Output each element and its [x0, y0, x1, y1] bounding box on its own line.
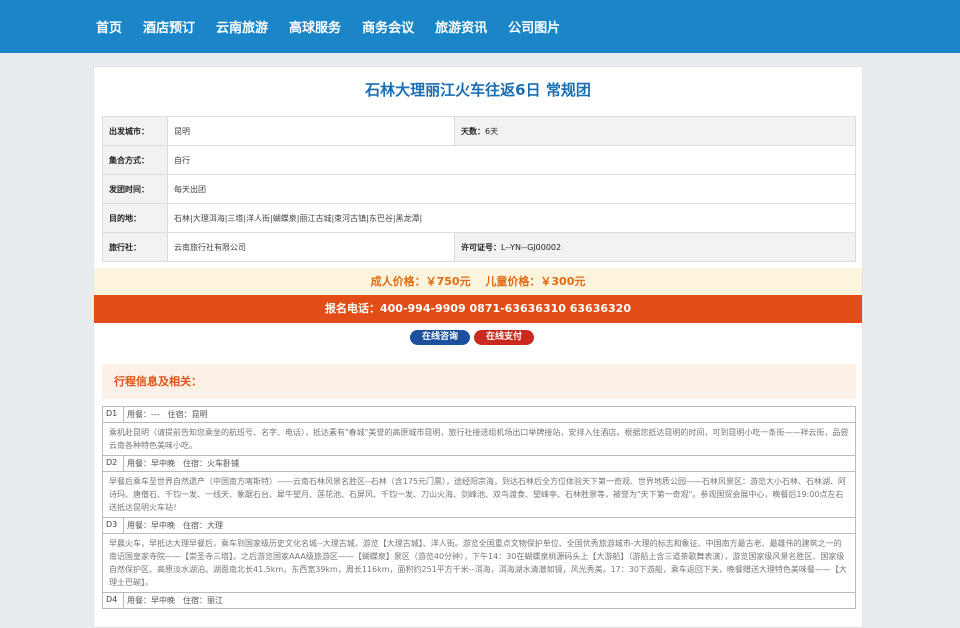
- nav-business-meeting[interactable]: 商务会议: [362, 17, 414, 36]
- itinerary-table: D1 用餐：--- 住宿：昆明 乘机赴昆明（请提前告知您乘坐的航班号、名字、电话…: [102, 406, 856, 609]
- phone-bar: 报名电话：400-994-9909 0871-63636310 63636320: [94, 295, 862, 323]
- days-label: 天数：: [461, 126, 485, 136]
- day-meal: 用餐：早中晚 住宿：大理: [123, 517, 856, 534]
- nav-yunnan-travel[interactable]: 云南旅游: [216, 17, 268, 36]
- day-description: 乘机赴昆明（请提前告知您乘坐的航班号、名字、电话），抵达素有"春城"美誉的高原城…: [102, 422, 856, 456]
- section-title: 行程信息及相关：: [102, 364, 856, 399]
- day-number: D3: [102, 517, 124, 534]
- table-row: D1 用餐：--- 住宿：昆明: [102, 406, 856, 423]
- depart-value: 昆明: [167, 116, 455, 146]
- tour-detail-panel: 石林大理丽江火车往返6日 常规团 出发城市： 昆明 天数：6天 集合方式： 自行…: [93, 66, 863, 628]
- action-buttons: 在线咨询 在线支付: [410, 330, 535, 345]
- dest-label: 目的地：: [102, 203, 168, 233]
- day-meal: 用餐：早中晚 住宿：火车卧铺: [123, 455, 856, 472]
- nav-home[interactable]: 首页: [96, 17, 122, 36]
- time-label: 发团时间：: [102, 174, 168, 204]
- agency-label: 旅行社：: [102, 232, 168, 262]
- tour-info-table: 出发城市： 昆明 天数：6天 集合方式： 自行 发团时间： 每天出团 目的地： …: [102, 116, 856, 262]
- time-value: 每天出团: [167, 174, 856, 204]
- license-cell: 许可证号：L--YN--GJ00002: [454, 232, 856, 262]
- day-meal: 用餐：早中晚 住宿：丽江: [123, 592, 856, 609]
- day-description: 早餐后乘车至世界自然遗产（中国南方喀斯特）——云南石林风景名胜区--石林（含17…: [102, 471, 856, 518]
- gather-label: 集合方式：: [102, 145, 168, 175]
- days-cell: 天数：6天: [454, 116, 856, 146]
- days-value: 6天: [485, 126, 499, 136]
- depart-label: 出发城市：: [102, 116, 168, 146]
- table-row: 早晨火车，早抵达大理早餐后，乘车到国家级历史文化名城--大理古城，游览【大理古城…: [102, 533, 856, 593]
- page-title: 石林大理丽江火车往返6日 常规团: [365, 81, 591, 99]
- price-bar: 成人价格：￥750元 儿童价格：￥300元: [94, 268, 862, 295]
- pay-button[interactable]: 在线支付: [474, 330, 535, 345]
- consult-button[interactable]: 在线咨询: [410, 330, 471, 345]
- nav-golf[interactable]: 高球服务: [289, 17, 341, 36]
- gather-value: 自行: [167, 145, 856, 175]
- day-number: D1: [102, 406, 124, 423]
- license-label: 许可证号：: [461, 242, 501, 252]
- dest-value: 石林|大理洱海|三塔|洋人街|蝴蝶泉|丽江古城|束河古镇|东巴谷|黑龙潭|: [167, 203, 856, 233]
- day-number: D4: [102, 592, 124, 609]
- license-value: L--YN--GJ00002: [501, 242, 562, 252]
- day-meal: 用餐：--- 住宿：昆明: [123, 406, 856, 423]
- nav-hotel[interactable]: 酒店预订: [143, 17, 195, 36]
- top-nav: 首页 酒店预订 云南旅游 高球服务 商务会议 旅游资讯 公司图片: [0, 0, 960, 53]
- nav-travel-news[interactable]: 旅游资讯: [435, 17, 487, 36]
- day-description: 早晨火车，早抵达大理早餐后，乘车到国家级历史文化名城--大理古城，游览【大理古城…: [102, 533, 856, 593]
- agency-value: 云南旅行社有限公司: [167, 232, 455, 262]
- table-row: D4 用餐：早中晚 住宿：丽江: [102, 592, 856, 609]
- table-row: 乘机赴昆明（请提前告知您乘坐的航班号、名字、电话），抵达素有"春城"美誉的高原城…: [102, 422, 856, 456]
- table-row: D2 用餐：早中晚 住宿：火车卧铺: [102, 455, 856, 472]
- nav-company-photos[interactable]: 公司图片: [508, 17, 560, 36]
- table-row: 早餐后乘车至世界自然遗产（中国南方喀斯特）——云南石林风景名胜区--石林（含17…: [102, 471, 856, 518]
- table-row: D3 用餐：早中晚 住宿：大理: [102, 517, 856, 534]
- day-number: D2: [102, 455, 124, 472]
